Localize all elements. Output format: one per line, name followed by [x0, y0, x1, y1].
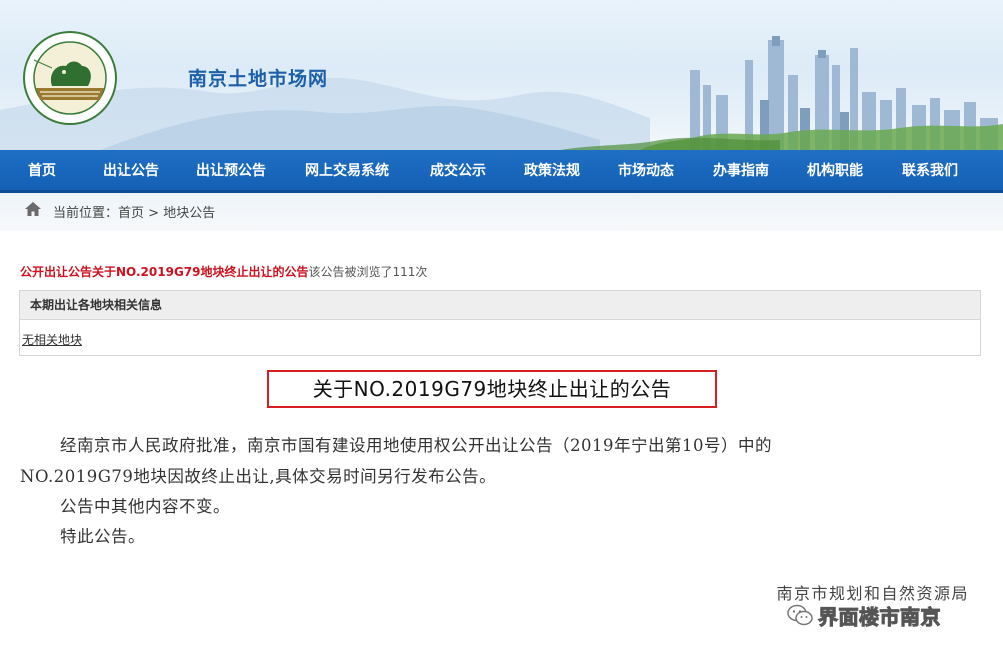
header-banner: 南京土地市场网 [0, 0, 1003, 150]
nav-item-online-trading[interactable]: 网上交易系统 [305, 150, 389, 190]
breadcrumb-home-link[interactable]: 首页 [118, 206, 144, 221]
nav-item-guide[interactable]: 办事指南 [713, 150, 769, 190]
nav-item-market-news[interactable]: 市场动态 [618, 150, 674, 190]
home-icon [25, 202, 41, 216]
breadcrumb-prefix: 当前位置： [53, 206, 119, 221]
nav-item-deal-publicity[interactable]: 成交公示 [430, 150, 486, 190]
skyline-illustration [0, 36, 1003, 150]
breadcrumb-separator: > [144, 206, 164, 221]
document-title: 关于NO.2019G79地块终止出让的公告 [267, 370, 717, 408]
view-count-prefix: 该公告被浏览了 [308, 265, 393, 279]
site-title[interactable]: 南京土地市场网 [188, 64, 328, 91]
body-paragraph-3: 特此公告。 [60, 527, 145, 546]
site-logo [23, 31, 117, 125]
main-nav: 首页 出让公告 出让预公告 网上交易系统 成交公示 政策法规 市场动态 办事指南… [0, 150, 1003, 193]
body-paragraph-1-line-2: NO.2019G79地块因故终止出让,具体交易时间另行发布公告。 [20, 467, 497, 486]
body-paragraph-2: 公告中其他内容不变。 [60, 497, 230, 516]
watermark: 界面楼市南京 [786, 600, 941, 630]
nav-item-contact[interactable]: 联系我们 [902, 150, 958, 190]
parcel-info-box: 本期出让各地块相关信息 无相关地块 [19, 290, 981, 356]
wechat-icon [787, 604, 813, 626]
notice-title-line: 公开出让公告关于NO.2019G79地块终止出让的公告该公告被浏览了111次 [20, 263, 427, 280]
nav-item-home[interactable]: 首页 [28, 150, 56, 190]
nav-item-pre-notice[interactable]: 出让预公告 [196, 150, 266, 190]
nav-item-policies[interactable]: 政策法规 [524, 150, 580, 190]
parcel-info-header: 本期出让各地块相关信息 [20, 291, 980, 320]
no-related-parcel-link[interactable]: 无相关地块 [22, 331, 82, 348]
breadcrumb-current[interactable]: 地块公告 [163, 206, 215, 221]
nav-item-transfer-notice[interactable]: 出让公告 [103, 150, 159, 190]
body-paragraph-1-line-1: 经南京市人民政府批准，南京市国有建设用地使用权公开出让公告（2019年宁出第10… [60, 436, 772, 455]
nav-item-organization[interactable]: 机构职能 [807, 150, 863, 190]
view-count-suffix: 次 [415, 265, 428, 279]
watermark-text: 界面楼市南京 [818, 604, 942, 629]
view-count: 111 [392, 265, 416, 279]
breadcrumb: 当前位置：首页 > 地块公告 [53, 202, 215, 221]
notice-title-link[interactable]: 公开出让公告关于NO.2019G79地块终止出让的公告 [20, 265, 309, 279]
